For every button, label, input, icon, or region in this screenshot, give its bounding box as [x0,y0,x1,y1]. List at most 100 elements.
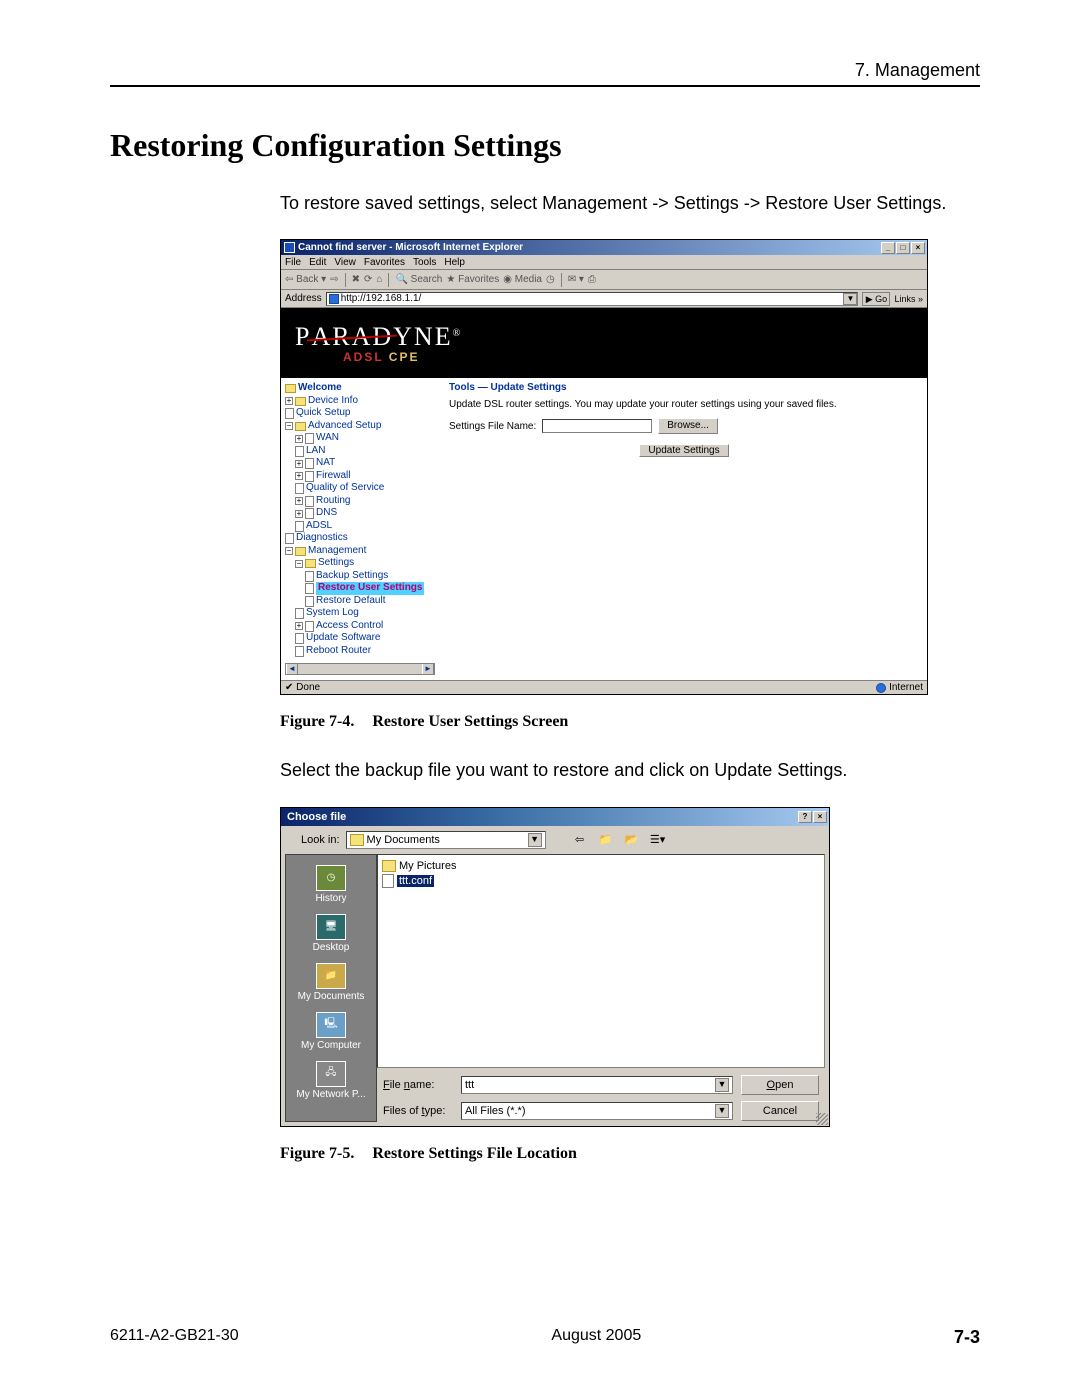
tree-dns[interactable]: +DNS [285,507,439,520]
menu-help[interactable]: Help [444,257,465,268]
close-button[interactable]: × [911,242,925,254]
tree-qos[interactable]: Quality of Service [285,482,439,495]
ie-menubar: File Edit View Favorites Tools Help [281,255,927,270]
search-button[interactable]: 🔍 Search [395,274,442,285]
tree-firewall[interactable]: +Firewall [285,470,439,483]
menu-edit[interactable]: Edit [309,257,326,268]
dialog-help-button[interactable]: ? [798,811,812,823]
ie-toolbar: ⇦ Back ▾ ⇨ ✖ ⟳ ⌂ 🔍 Search ★ Favorites ◉ … [281,270,927,290]
tree-advanced-setup[interactable]: −Advanced Setup [285,420,439,433]
place-my-network[interactable]: 🖧My Network P... [291,1057,371,1104]
internet-zone-icon [876,683,886,693]
tree-welcome[interactable]: Welcome [285,382,439,395]
tree-adsl[interactable]: ADSL [285,520,439,533]
menu-file[interactable]: File [285,257,301,268]
menu-favorites[interactable]: Favorites [364,257,405,268]
refresh-button[interactable]: ⟳ [364,274,372,285]
lookin-combo[interactable]: My Documents ▼ [346,831,546,849]
dialog-close-button[interactable]: × [813,811,827,823]
view-menu-button[interactable]: ☰▾ [648,830,668,850]
nav-back-button[interactable]: ⇦ [570,830,590,850]
tree-diagnostics[interactable]: Diagnostics [285,532,439,545]
browse-button[interactable]: Browse... [658,418,718,434]
file-icon [382,874,394,888]
filetype-combo[interactable]: All Files (*.*)▼ [461,1102,733,1120]
up-one-level-button[interactable]: 📁 [596,830,616,850]
file-list[interactable]: My Pictures ttt.conf [377,854,825,1068]
footer-page-number: 7-3 [954,1327,980,1348]
go-button[interactable]: ▶ Go [862,292,890,306]
tree-lan[interactable]: LAN [285,445,439,458]
address-value: http://192.168.1.1/ [341,293,422,304]
tree-quick-setup[interactable]: Quick Setup [285,407,439,420]
tree-restore-default[interactable]: Restore Default [285,595,439,608]
tree-scrollbar[interactable]: ◄► [285,663,435,675]
history-button[interactable]: ◷ [546,274,555,285]
open-button[interactable]: Open [741,1075,819,1095]
stop-button[interactable]: ✖ [352,274,360,285]
ie-address-bar: Address http://192.168.1.1/ ▼ ▶ Go Links… [281,290,927,308]
tree-backup-settings[interactable]: Backup Settings [285,570,439,583]
menu-view[interactable]: View [334,257,356,268]
figure-7-4-caption: Figure 7-4.Restore User Settings Screen [280,713,980,731]
tree-reboot-router[interactable]: Reboot Router [285,645,439,658]
tree-routing[interactable]: +Routing [285,495,439,508]
cancel-button[interactable]: Cancel [741,1101,819,1121]
documents-icon: 📁 [316,963,346,989]
dialog-topbar: Look in: My Documents ▼ ⇦ 📁 📂 ☰▾ [281,826,829,854]
chapter-label: 7. Management [110,60,980,81]
ie-title-text: Cannot find server - Microsoft Internet … [298,242,523,253]
tree-wan[interactable]: +WAN [285,432,439,445]
home-button[interactable]: ⌂ [376,274,382,285]
address-input[interactable]: http://192.168.1.1/ ▼ [326,292,859,306]
ie-status-bar: ✔ Done Internet [281,680,927,694]
place-my-computer[interactable]: 🖳My Computer [291,1008,371,1055]
dialog-titlebar: Choose file ? × [281,808,829,826]
list-item[interactable]: My Pictures [382,859,820,874]
place-desktop[interactable]: 🖥Desktop [291,910,371,957]
chevron-down-icon[interactable]: ▼ [715,1078,729,1092]
dialog-title-text: Choose file [287,811,346,823]
folder-icon [350,834,364,846]
tree-update-software[interactable]: Update Software [285,632,439,645]
tree-management[interactable]: −Management [285,545,439,558]
place-my-documents[interactable]: 📁My Documents [291,959,371,1006]
settings-file-label: Settings File Name: [449,421,536,432]
tree-device-info[interactable]: +Device Info [285,395,439,408]
chevron-down-icon[interactable]: ▼ [715,1104,729,1118]
print-button[interactable]: ⎙ [588,274,596,285]
address-dropdown-icon[interactable]: ▼ [843,293,857,305]
update-settings-button[interactable]: Update Settings [639,444,728,457]
place-history[interactable]: ◷History [291,861,371,908]
forward-button[interactable]: ⇨ [330,274,338,285]
tree-access-control[interactable]: +Access Control [285,620,439,633]
ie-window: Cannot find server - Microsoft Internet … [280,239,928,695]
favorites-button[interactable]: ★ Favorites [446,274,499,285]
ie-content: PARADYNE ADSL CPE Welcome +Device Info Q… [281,308,927,680]
media-button[interactable]: ◉ Media [503,274,542,285]
brand-logo: PARADYNE [295,322,927,352]
menu-tools[interactable]: Tools [413,257,436,268]
status-zone: Internet [876,682,923,693]
footer-docid: 6211-A2-GB21-30 [110,1327,239,1348]
tree-system-log[interactable]: System Log [285,607,439,620]
footer-date: August 2005 [551,1327,641,1348]
maximize-button[interactable]: □ [896,242,910,254]
minimize-button[interactable]: _ [881,242,895,254]
chevron-down-icon[interactable]: ▼ [528,833,542,847]
list-item[interactable]: ttt.conf [382,874,820,889]
places-bar: ◷History 🖥Desktop 📁My Documents 🖳My Comp… [285,854,377,1122]
filename-input[interactable]: ttt▼ [461,1076,733,1094]
new-folder-button[interactable]: 📂 [622,830,642,850]
ie-titlebar: Cannot find server - Microsoft Internet … [281,240,927,255]
tree-settings[interactable]: −Settings [285,557,439,570]
tree-restore-user-settings[interactable]: Restore User Settings [285,582,439,595]
choose-file-dialog: Choose file ? × Look in: My Documents ▼ … [280,807,830,1127]
resize-grip[interactable] [816,1113,828,1125]
page-footer: 6211-A2-GB21-30 August 2005 7-3 [110,1327,980,1348]
back-button[interactable]: ⇦ Back ▾ [285,274,326,285]
links-label[interactable]: Links » [894,294,923,304]
settings-file-input[interactable] [542,419,652,433]
mail-button[interactable]: ✉ ▾ [568,274,584,285]
tree-nat[interactable]: +NAT [285,457,439,470]
